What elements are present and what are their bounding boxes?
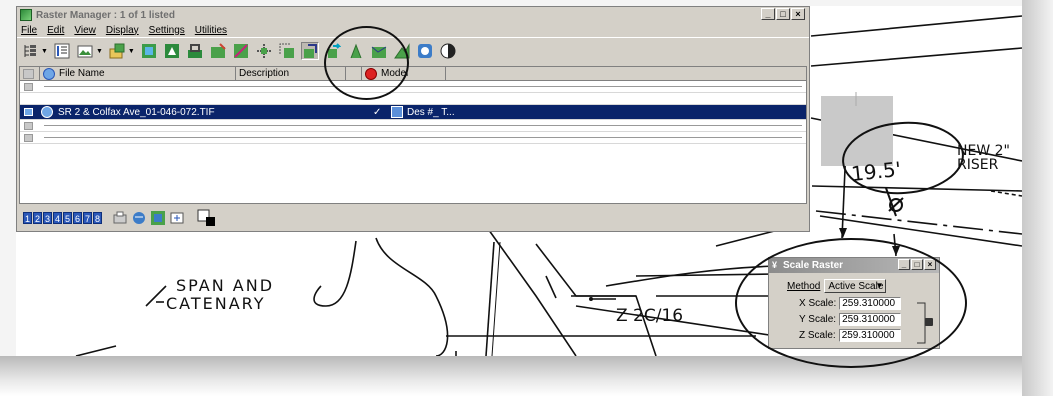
menu-bar: File Edit View Display Settings Utilitie…: [17, 23, 809, 37]
gray-fill-block: [821, 96, 893, 166]
view-button-5[interactable]: 5: [63, 212, 72, 224]
row-model: Des #_ T...: [407, 106, 455, 118]
raster-snap-icon[interactable]: [163, 42, 181, 60]
open-raster-icon[interactable]: [108, 42, 126, 60]
list-view-icon[interactable]: [53, 42, 71, 60]
table-row[interactable]: [20, 81, 806, 93]
file-name-column-label: File Name: [59, 68, 105, 79]
row-divider: [44, 137, 802, 138]
raster-move-icon[interactable]: [255, 42, 273, 60]
raster-manager-title: Raster Manager : 1 of 1 listed: [36, 9, 175, 21]
maximize-button[interactable]: □: [776, 8, 790, 20]
raster-view-icon[interactable]: [416, 42, 434, 60]
raster-row-icon: [24, 82, 33, 91]
chevron-down-icon[interactable]: ▼: [41, 48, 48, 55]
menu-view[interactable]: View: [74, 25, 96, 36]
header-level-col[interactable]: [20, 67, 40, 80]
menu-file[interactable]: File: [21, 25, 37, 36]
print-icon[interactable]: [111, 209, 129, 227]
raster-manager-window: Raster Manager : 1 of 1 listed _ □ × Fil…: [16, 6, 810, 232]
menu-display[interactable]: Display: [106, 25, 139, 36]
annotation-oval-dialog: [735, 238, 967, 368]
tree-view-icon[interactable]: [21, 42, 39, 60]
raster-clip-icon[interactable]: [232, 42, 250, 60]
chevron-down-icon[interactable]: ▼: [96, 48, 103, 55]
menu-settings[interactable]: Settings: [149, 25, 185, 36]
globe-icon[interactable]: [130, 209, 148, 227]
file-type-icon: [41, 106, 53, 118]
raster-list-header: File Name Description Model: [20, 67, 806, 81]
view-button-8[interactable]: 8: [93, 212, 102, 224]
row-divider: [44, 125, 802, 126]
view-button-7[interactable]: 7: [83, 212, 92, 224]
view-button-6[interactable]: 6: [73, 212, 82, 224]
display-check[interactable]: ✓: [373, 107, 387, 118]
raster-row-icon: [24, 121, 33, 130]
raster-display-icon[interactable]: [140, 42, 158, 60]
raster-row-icon: [24, 133, 33, 142]
raster-lock-icon[interactable]: [186, 42, 204, 60]
table-row[interactable]: [20, 93, 806, 105]
chevron-down-icon[interactable]: ▼: [128, 48, 135, 55]
close-button[interactable]: ×: [791, 8, 805, 20]
row-file-name: SR 2 & Colfax Ave_01-046-072.TIF: [58, 106, 215, 118]
raster-transparency-icon[interactable]: [209, 42, 227, 60]
attach-raster-icon[interactable]: [76, 42, 94, 60]
view-button-3[interactable]: 3: [43, 212, 52, 224]
menu-utilities[interactable]: Utilities: [195, 25, 227, 36]
raster-thumbnail-icon[interactable]: [149, 209, 167, 227]
raster-list-grid: File Name Description Model SR 2 & Colfa…: [19, 66, 807, 204]
raster-scale-icon[interactable]: [278, 42, 296, 60]
annotation-oval-toolbar: [324, 26, 409, 100]
header-file-name[interactable]: File Name: [40, 67, 236, 80]
z-label: Z 2C/16: [616, 306, 683, 326]
row-divider: [44, 86, 802, 87]
raster-manager-titlebar[interactable]: Raster Manager : 1 of 1 listed _ □ ×: [17, 7, 809, 23]
frame-shadow-right: [1022, 0, 1053, 396]
raster-toolbar: ▼ ▼ ▼: [17, 37, 809, 64]
model-type-icon: [391, 106, 403, 118]
minimize-button[interactable]: _: [761, 8, 775, 20]
view-button-2[interactable]: 2: [33, 212, 42, 224]
raster-row-icon: [24, 108, 33, 116]
dimension-label: 19.5': [850, 157, 902, 186]
fit-view-icon[interactable]: [168, 209, 186, 227]
view-button-4[interactable]: 4: [53, 212, 62, 224]
catenary-label: CATENARY: [166, 294, 266, 313]
color-swatch-icon[interactable]: [197, 209, 215, 227]
menu-edit[interactable]: Edit: [47, 25, 64, 36]
raster-scale-active-icon[interactable]: [300, 42, 319, 60]
level-icon: [23, 68, 34, 79]
raster-contrast-icon[interactable]: [439, 42, 457, 60]
raster-manager-app-icon: [20, 9, 32, 21]
file-icon: [43, 67, 55, 80]
table-row[interactable]: [20, 120, 806, 132]
table-row-selected[interactable]: SR 2 & Colfax Ave_01-046-072.TIF ✓ Des #…: [20, 105, 806, 120]
view-button-1[interactable]: 1: [23, 212, 32, 224]
span-label: SPAN AND: [176, 276, 274, 295]
description-column-label: Description: [239, 68, 290, 79]
table-row[interactable]: [20, 132, 806, 144]
view-selector-bar: 1 2 3 4 5 6 7 8: [19, 207, 811, 229]
